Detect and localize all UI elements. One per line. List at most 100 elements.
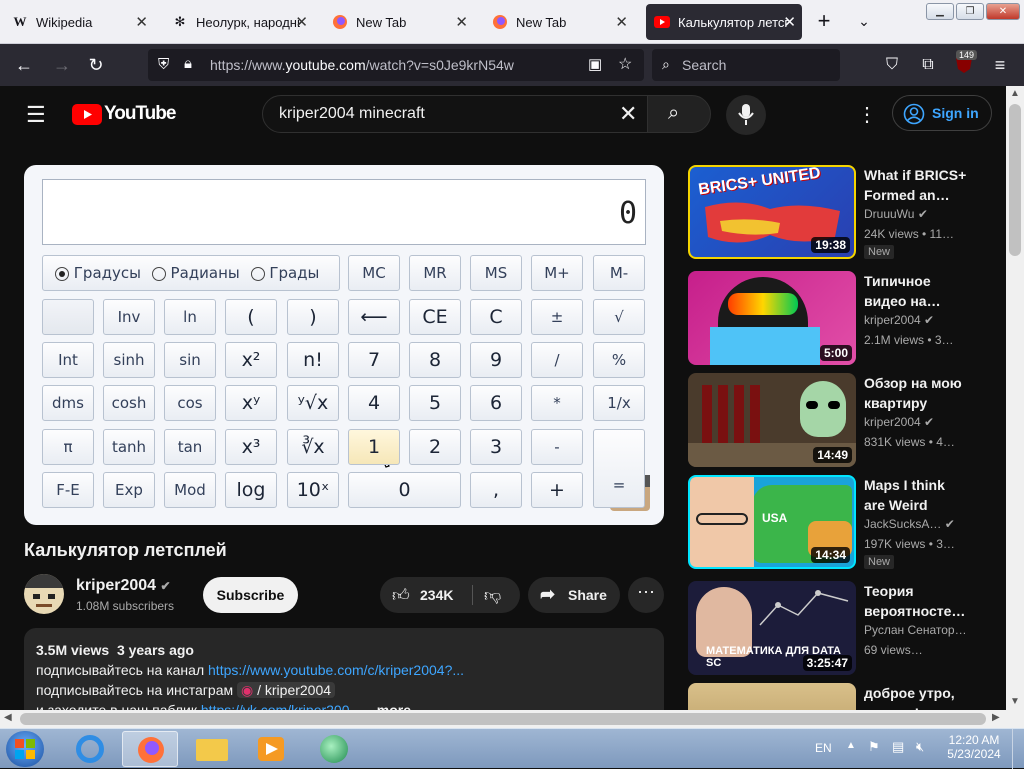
calc-button[interactable]: 0 <box>348 472 461 508</box>
close-tab-icon[interactable]: ✕ <box>783 13 796 31</box>
minimize-button[interactable]: ▁ <box>926 3 954 20</box>
language-indicator[interactable]: EN <box>815 741 832 755</box>
network-icon[interactable]: ▤ <box>892 739 904 755</box>
channel-avatar[interactable] <box>24 574 64 614</box>
close-tab-icon[interactable]: ✕ <box>615 13 628 31</box>
calc-button[interactable]: 2 <box>409 429 461 465</box>
dislike-button[interactable]: 👎︎ <box>473 577 519 613</box>
calc-button[interactable]: cos <box>164 385 216 421</box>
share-button[interactable]: ➦ Share <box>528 577 620 613</box>
clear-search-icon[interactable]: ✕ <box>619 101 637 127</box>
calc-button[interactable]: Int <box>42 342 94 378</box>
radio-icon[interactable] <box>250 266 265 281</box>
tab-list-chevron-icon[interactable]: ⌄ <box>852 10 876 34</box>
calc-button[interactable]: Mod <box>164 472 216 508</box>
calc-button[interactable]: Inv <box>103 299 155 335</box>
tab-newtab-1[interactable]: New Tab ✕ <box>324 4 474 40</box>
calc-button[interactable]: log <box>225 472 277 508</box>
calc-button[interactable]: 1/x <box>593 385 645 421</box>
calc-button[interactable]: tanh <box>103 429 155 465</box>
calc-button[interactable]: / <box>531 342 583 378</box>
action-center-flag-icon[interactable]: ⚑ <box>868 739 880 755</box>
channel-name[interactable]: kriper2004 ✔ <box>76 577 171 595</box>
calc-button[interactable]: ⟵ <box>348 299 400 335</box>
new-tab-icon[interactable]: + <box>812 10 836 34</box>
calc-button[interactable]: tan <box>164 429 216 465</box>
more-actions-icon[interactable]: ⋯ <box>628 577 664 613</box>
reader-view-icon[interactable]: ▣ <box>588 55 602 73</box>
calc-button[interactable]: Exp <box>103 472 155 508</box>
calc-button[interactable]: F-E <box>42 472 94 508</box>
clock[interactable]: 12:20 AM 5/23/2024 <box>946 733 1002 761</box>
calc-button[interactable]: x³ <box>225 429 277 465</box>
calc-button[interactable]: sin <box>164 342 216 378</box>
calc-button[interactable]: 10ˣ <box>287 472 339 508</box>
yt-search-button[interactable]: ⌕ <box>647 95 711 133</box>
bookmark-star-icon[interactable]: ☆ <box>618 54 632 74</box>
show-hidden-icons-icon[interactable]: ▲ <box>846 740 856 751</box>
url-bar[interactable]: ⛨ 🔒︎ https://www.youtube.com/watch?v=s0J… <box>148 49 644 81</box>
file-explorer-icon[interactable] <box>184 731 240 767</box>
calc-button[interactable]: xʸ <box>225 385 277 421</box>
video-thumbnail[interactable]: МАТЕМАТИКА ДЛЯ DATA SC 3:25:47 <box>688 581 856 675</box>
calc-button[interactable]: π <box>42 429 94 465</box>
calc-button[interactable]: 9 <box>470 342 522 378</box>
youtube-logo[interactable]: YouTube <box>72 103 176 125</box>
close-window-button[interactable]: ✕ <box>986 3 1020 20</box>
yt-menu-icon[interactable]: ☰ <box>26 102 46 128</box>
video-thumbnail[interactable] <box>688 683 856 710</box>
app-globe-icon[interactable] <box>306 731 362 767</box>
calc-button-mminus[interactable]: M- <box>593 255 645 291</box>
calc-button[interactable]: n! <box>287 342 339 378</box>
url-text[interactable]: https://www.youtube.com/watch?v=s0Je9krN… <box>210 57 514 73</box>
calc-button[interactable]: √ <box>593 299 645 335</box>
recommended-video[interactable]: МАТЕМАТИКА ДЛЯ DATA SC 3:25:47 Теория ве… <box>688 581 988 677</box>
video-thumbnail[interactable]: BRICS+ UNITED 19:38 <box>688 165 856 259</box>
calc-button[interactable]: ± <box>531 299 583 335</box>
sign-in-button[interactable]: Sign in <box>892 95 992 131</box>
video-thumbnail[interactable]: 5:00 <box>688 271 856 365</box>
extensions-icon[interactable]: ⧉ <box>916 54 940 78</box>
reload-icon[interactable]: ↻ <box>84 54 108 78</box>
calc-button[interactable]: = <box>593 429 645 508</box>
calc-button-mc[interactable]: MC <box>348 255 400 291</box>
calc-button-mplus[interactable]: M+ <box>531 255 583 291</box>
calc-button-mr[interactable]: MR <box>409 255 461 291</box>
calc-button[interactable]: C <box>470 299 522 335</box>
radio-selected-icon[interactable] <box>55 266 69 281</box>
browser-search-box[interactable]: ⌕ Search <box>652 49 840 81</box>
back-arrow-icon[interactable]: ← <box>12 54 36 78</box>
calc-button[interactable]: dms <box>42 385 94 421</box>
calc-button[interactable] <box>42 299 94 335</box>
scroll-left-arrow-icon[interactable]: ◀ <box>4 712 12 723</box>
calc-button[interactable]: 5 <box>409 385 461 421</box>
shield-icon[interactable]: ⛨ <box>158 56 169 73</box>
calc-button[interactable]: % <box>593 342 645 378</box>
calc-button[interactable]: sinh <box>103 342 155 378</box>
recommended-video[interactable]: 14:49 Обзор на мою квартиру kriper2004 ✔… <box>688 373 988 469</box>
calc-button[interactable]: ∛x <box>287 429 339 465</box>
show-desktop-button[interactable] <box>1012 729 1024 769</box>
video-thumbnail[interactable]: 14:49 <box>688 373 856 467</box>
like-button[interactable]: 👍︎ 234K <box>380 577 472 613</box>
calc-button[interactable]: x² <box>225 342 277 378</box>
close-tab-icon[interactable]: ✕ <box>295 13 308 31</box>
yt-search-input[interactable]: kriper2004 minecraft ✕ <box>262 95 648 133</box>
scroll-thumb[interactable] <box>20 713 986 725</box>
calc-button[interactable]: 6 <box>470 385 522 421</box>
scroll-right-arrow-icon[interactable]: ▶ <box>992 712 1000 723</box>
tab-youtube-active[interactable]: Калькулятор летспл ✕ <box>646 4 802 40</box>
more-options-icon[interactable]: ⋮ <box>857 102 877 127</box>
media-player-icon[interactable] <box>244 731 300 767</box>
tab-neolurk[interactable]: ✻ Неолурк, народны ✕ <box>164 4 314 40</box>
tab-newtab-2[interactable]: New Tab ✕ <box>484 4 634 40</box>
vertical-scrollbar[interactable]: ▲ ▼ <box>1006 86 1024 728</box>
calc-button[interactable]: 4 <box>348 385 400 421</box>
video-player[interactable]: 0 Градусы Радианы Грады MC MR MS M+ M- I… <box>24 165 664 525</box>
voice-search-button[interactable] <box>726 95 766 135</box>
scroll-up-arrow-icon[interactable]: ▲ <box>1010 88 1020 99</box>
calc-button[interactable]: ( <box>225 299 277 335</box>
close-tab-icon[interactable]: ✕ <box>135 13 148 31</box>
recommended-video[interactable]: USA 14:34 Maps I think are Weird JackSuc… <box>688 475 988 571</box>
calc-button[interactable]: 7 <box>348 342 400 378</box>
